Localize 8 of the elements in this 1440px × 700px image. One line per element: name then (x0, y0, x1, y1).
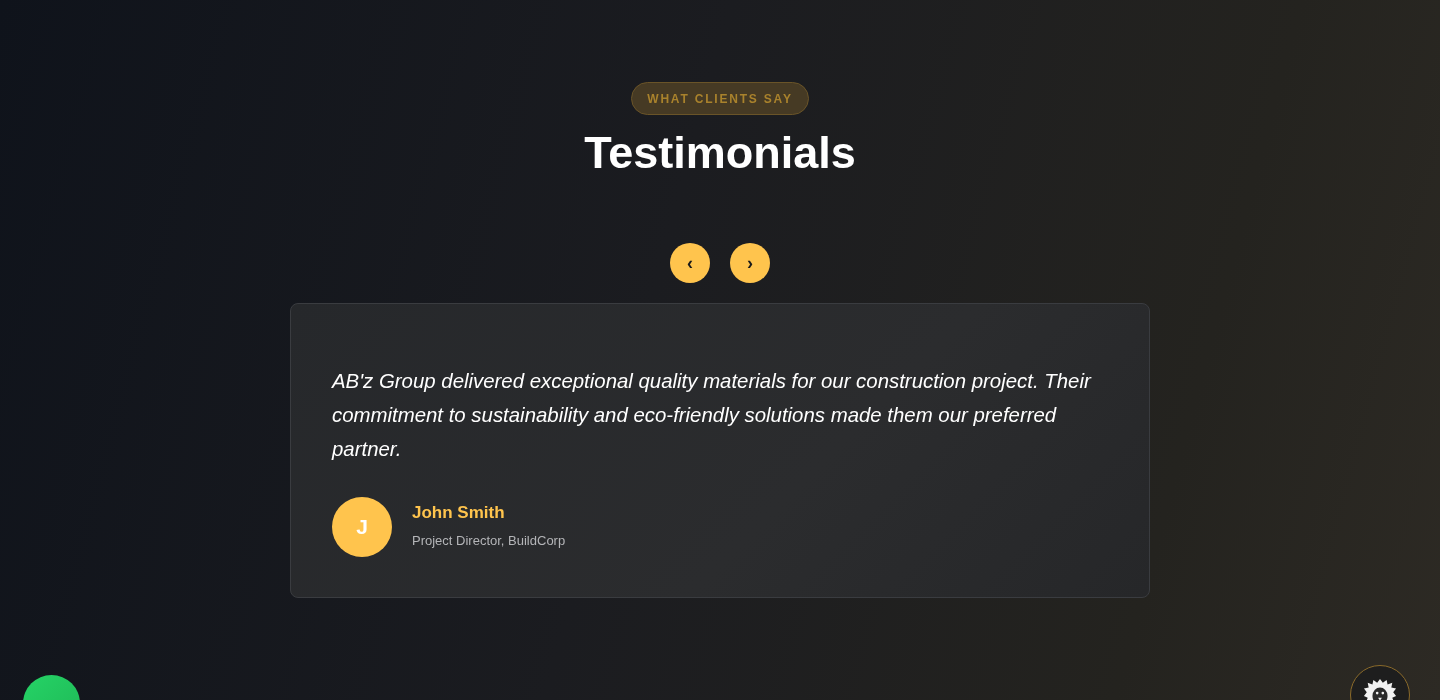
testimonial-quote: AB'z Group delivered exceptional quality materials for our construction project. Their commitment to sustainability and eco-friendly solutions made them our preferred partner. (332, 369, 1093, 462)
next-button[interactable]: › (730, 243, 770, 283)
section-badge: WHAT CLIENTS SAY (631, 82, 809, 115)
section-title: Testimonials (584, 126, 856, 180)
avatar-initial: J (332, 497, 392, 557)
previous-button[interactable]: ‹ (670, 243, 710, 283)
author-name: John Smith (412, 502, 506, 523)
author-role: Project Director, BuildCorp (412, 532, 566, 548)
